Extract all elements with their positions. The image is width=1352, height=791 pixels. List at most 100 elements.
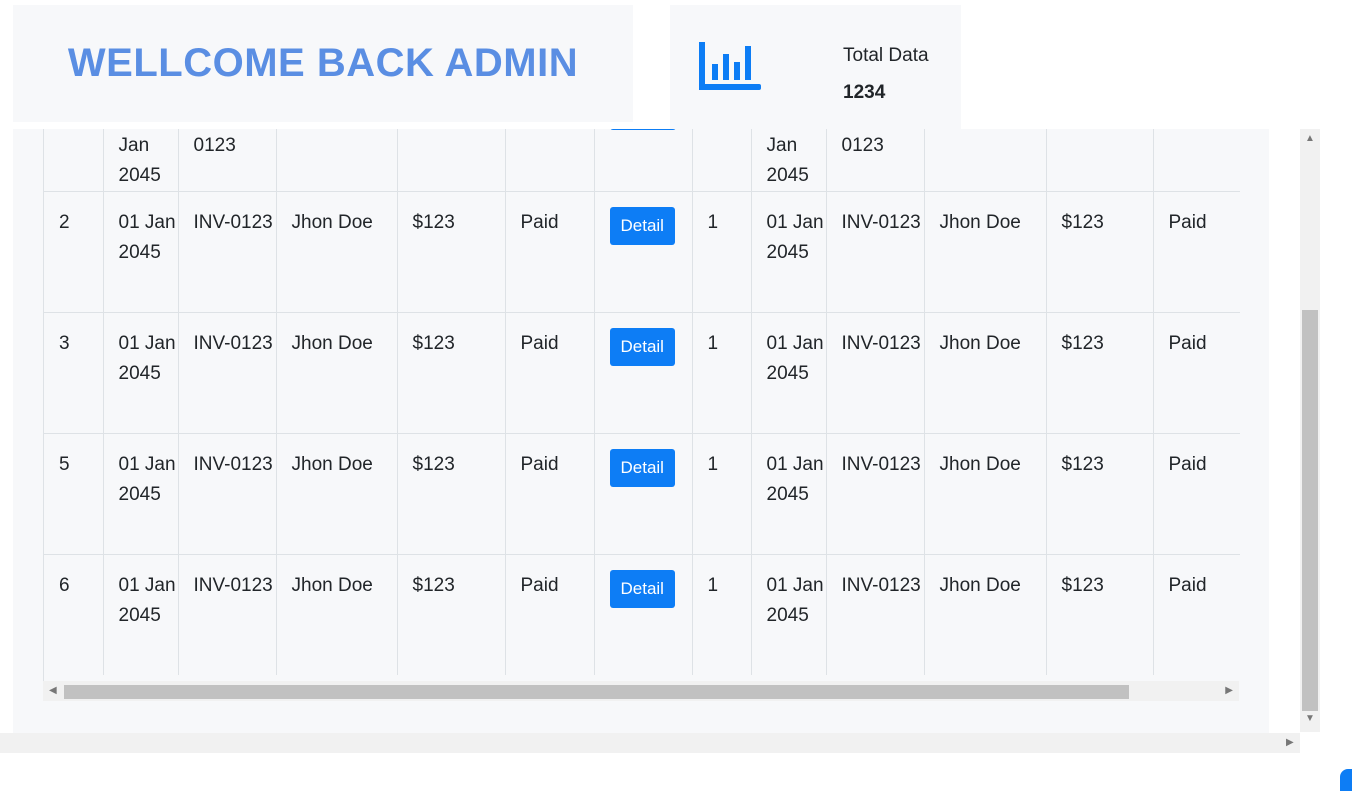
cell-text: Paid (1168, 454, 1207, 475)
table-cell-qty: 1 (692, 312, 752, 434)
page-horizontal-scrollbar[interactable]: ▶ (0, 733, 1300, 753)
cell-text: Jhon Doe (939, 333, 1021, 354)
table-cell-status2: Paid (1153, 554, 1240, 675)
cell-text (59, 129, 103, 131)
page-vertical-scrollbar[interactable]: ▲ ▼ (1300, 129, 1320, 732)
cell-text: INV-0123 (193, 333, 273, 354)
table-cell-invoice: INV-0123 (178, 433, 277, 555)
detail-button[interactable]: Detail (609, 570, 675, 608)
cell-text: Jhon Doe (291, 575, 373, 596)
cell-text: $123 (1061, 212, 1104, 233)
table-cell-qty: 1 (692, 191, 752, 313)
table-cell-date: 01 Jan 2045 (103, 554, 179, 675)
floating-action-button[interactable] (1340, 769, 1352, 791)
scroll-left-icon[interactable]: ◀ (49, 681, 57, 701)
table-row: 3 01 Jan 2045 INV-0123 Jhon Doe $123 Paid Deta… (44, 312, 1240, 434)
cell-text: Paid (520, 454, 559, 475)
cell-text: 6 (59, 575, 70, 596)
table-cell-customer2: Jhon Doe (924, 554, 1047, 675)
cell-text: INV-0123 (193, 454, 273, 475)
cell-text (940, 129, 1046, 131)
table-cell-customer: Jhon Doe (276, 312, 398, 434)
table-cell-invoice2: 0123 (826, 129, 925, 192)
cell-text: Paid (520, 212, 559, 233)
table-cell-status: Paid (505, 312, 595, 434)
table-cell-status2: Paid (1153, 433, 1240, 555)
detail-button[interactable]: Detail (609, 207, 675, 245)
cell-text: Jhon Doe (291, 454, 373, 475)
table-scroll-thumb[interactable] (64, 685, 1129, 699)
cell-text: $123 (412, 575, 455, 596)
cell-text: Jhon Doe (291, 333, 373, 354)
table-panel: Jan 2045 0123 Jan 2045 0123 2 01 Jan 2045 INV-… (13, 129, 1269, 733)
table-cell-date: Jan 2045 (103, 129, 179, 192)
welcome-title: WELLCOME BACK ADMIN (67, 41, 579, 85)
table-cell-invoice2: INV-0123 (826, 433, 925, 555)
welcome-card: WELLCOME BACK ADMIN (13, 5, 633, 122)
table-cell-detail: Detail (594, 191, 693, 313)
table-cell-status2 (1153, 129, 1240, 192)
table-cell-detail (594, 129, 693, 192)
table-cell-date: 01 Jan 2045 (103, 191, 179, 313)
table-cell-invoice2: INV-0123 (826, 312, 925, 434)
scroll-right-icon[interactable]: ▶ (1225, 681, 1233, 701)
cell-text: INV-0123 (841, 212, 921, 233)
table-cell-customer: Jhon Doe (276, 191, 398, 313)
table-cell-no: 2 (44, 191, 104, 313)
table-cell-detail: Detail (594, 554, 693, 675)
table-cell-invoice2: INV-0123 (826, 554, 925, 675)
table-cell-invoice: 0123 (178, 129, 277, 192)
cell-text: $123 (1061, 454, 1104, 475)
table-cell-date: 01 Jan 2045 (103, 433, 179, 555)
table-cell-amount: $123 (397, 191, 506, 313)
table-horizontal-scrollbar[interactable]: ◀ ▶ (43, 681, 1239, 701)
table-cell-invoice2: INV-0123 (826, 191, 925, 313)
cell-text: Jhon Doe (939, 212, 1021, 233)
table-cell-detail: Detail (594, 312, 693, 434)
table-cell-invoice: INV-0123 (178, 191, 277, 313)
table-viewport[interactable]: Jan 2045 0123 Jan 2045 0123 2 01 Jan 2045 INV-… (43, 129, 1240, 681)
table-cell-date2: Jan 2045 (751, 129, 827, 192)
cell-text: 01 Jan 2045 (118, 454, 176, 505)
detail-button[interactable] (609, 129, 676, 130)
cell-text (292, 129, 397, 131)
table-cell-no (44, 129, 104, 192)
cell-text: Paid (520, 575, 559, 596)
bar-chart-icon (699, 42, 761, 90)
table-row: 2 01 Jan 2045 INV-0123 Jhon Doe $123 Paid Deta… (44, 191, 1240, 313)
cell-text: 0123 (841, 135, 884, 156)
cell-text: 0123 (193, 135, 236, 156)
cell-text (1169, 129, 1241, 131)
cell-text: Paid (1168, 333, 1207, 354)
table-cell-customer2 (924, 129, 1047, 192)
table-cell-status: Paid (505, 554, 595, 675)
page-scroll-right-icon[interactable]: ▶ (1286, 733, 1294, 753)
table-cell-qty: 1 (692, 554, 752, 675)
table-cell-date2: 01 Jan 2045 (751, 433, 827, 555)
cell-text: 5 (59, 454, 70, 475)
table-cell-qty (692, 129, 752, 192)
invoice-table: Jan 2045 0123 Jan 2045 0123 2 01 Jan 2045 INV-… (44, 129, 1240, 675)
cell-text: 1 (707, 454, 719, 475)
cell-text (1062, 129, 1153, 131)
cell-text: 1 (707, 212, 719, 233)
table-cell-invoice: INV-0123 (178, 312, 277, 434)
cell-text: 01 Jan 2045 (766, 212, 824, 263)
detail-button[interactable]: Detail (609, 328, 675, 366)
cell-text: 2 (59, 212, 70, 233)
table-cell-amount: $123 (397, 554, 506, 675)
cell-text: 01 Jan 2045 (766, 575, 824, 626)
scroll-up-icon[interactable]: ▲ (1305, 129, 1315, 149)
detail-button[interactable]: Detail (609, 449, 675, 487)
scroll-down-icon[interactable]: ▼ (1305, 709, 1315, 729)
cell-text: $123 (412, 454, 455, 475)
cell-text: 01 Jan 2045 (118, 575, 176, 626)
page-scroll-thumb[interactable] (1302, 310, 1318, 711)
table-cell-date2: 01 Jan 2045 (751, 554, 827, 675)
table-cell-invoice: INV-0123 (178, 554, 277, 675)
cell-text: $123 (1061, 333, 1104, 354)
table-cell-customer: Jhon Doe (276, 554, 398, 675)
table-cell-qty: 1 (692, 433, 752, 555)
cell-text: $123 (1061, 575, 1104, 596)
table-cell-status2: Paid (1153, 312, 1240, 434)
